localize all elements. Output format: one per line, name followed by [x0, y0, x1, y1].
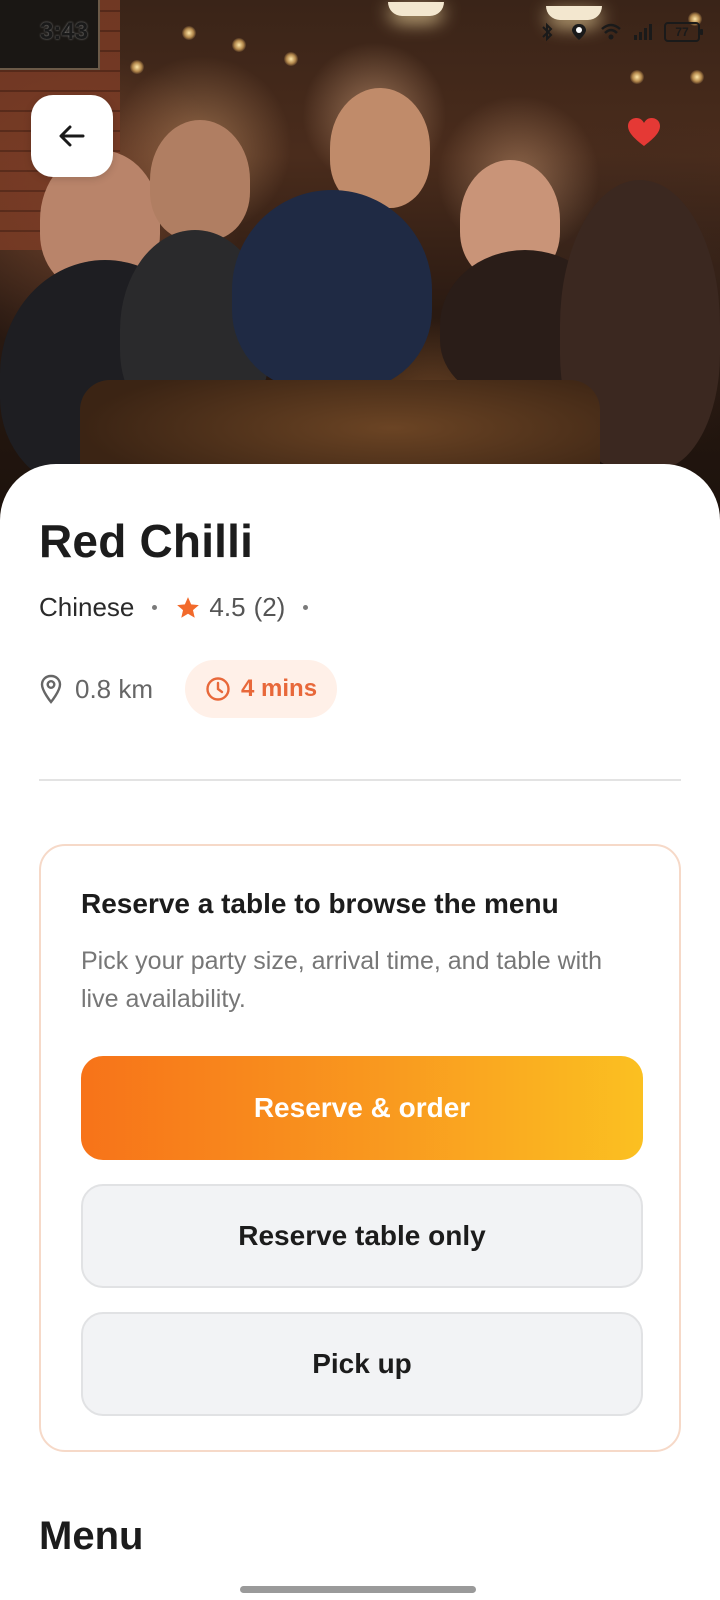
- light-decor: [690, 70, 704, 84]
- bluetooth-icon: [542, 22, 553, 42]
- divider: [39, 779, 681, 781]
- restaurant-hero-image: [0, 0, 720, 520]
- pick-up-button[interactable]: Pick up: [81, 1312, 643, 1416]
- signal-icon: [634, 24, 652, 40]
- status-icons: 77: [536, 22, 703, 42]
- reserve-table-only-button[interactable]: Reserve table only: [81, 1184, 643, 1288]
- star-icon: [177, 596, 200, 618]
- favorite-button[interactable]: [624, 112, 664, 152]
- status-bar: 3:43 77: [0, 0, 720, 64]
- battery-level: 77: [675, 25, 689, 39]
- clock-icon: [206, 677, 230, 701]
- reserve-card: Reserve a table to browse the menu Pick …: [39, 844, 681, 1452]
- battery-icon: 77: [664, 22, 703, 42]
- distance: 0.8 km: [39, 674, 153, 705]
- location-pin-icon: [40, 674, 62, 704]
- arrow-left-icon: [59, 125, 85, 147]
- rating-count: (2): [253, 592, 286, 622]
- person-decor: [232, 190, 432, 390]
- home-indicator[interactable]: [240, 1586, 476, 1593]
- restaurant-meta: Chinese 4.5 (2): [39, 592, 326, 623]
- reserve-and-order-button[interactable]: Reserve & order: [81, 1056, 643, 1160]
- separator-dot: [303, 605, 309, 610]
- light-decor: [630, 70, 644, 84]
- reserve-card-description: Pick your party size, arrival time, and …: [81, 947, 603, 1013]
- location-icon: [572, 24, 586, 40]
- cuisine-label: Chinese: [39, 592, 135, 622]
- separator-dot: [152, 605, 158, 610]
- status-time: 3:43: [40, 18, 89, 45]
- wifi-icon: [601, 23, 621, 40]
- menu-heading: Menu: [39, 1514, 144, 1558]
- rating: 4.5 (2): [175, 592, 285, 623]
- person-decor: [150, 120, 250, 240]
- back-button[interactable]: [31, 95, 113, 177]
- heart-icon: [628, 118, 660, 146]
- restaurant-name: Red Chilli: [39, 515, 254, 567]
- restaurant-details-sheet: Red Chilli Chinese 4.5 (2) 0.8 km 4 mins…: [0, 464, 720, 1600]
- eta-value: 4 mins: [241, 675, 318, 702]
- reserve-card-title: Reserve a table to browse the menu: [81, 888, 559, 919]
- rating-value: 4.5: [209, 592, 246, 622]
- distance-eta-row: 0.8 km 4 mins: [39, 660, 338, 718]
- distance-value: 0.8 km: [75, 673, 154, 704]
- eta-badge: 4 mins: [185, 660, 338, 718]
